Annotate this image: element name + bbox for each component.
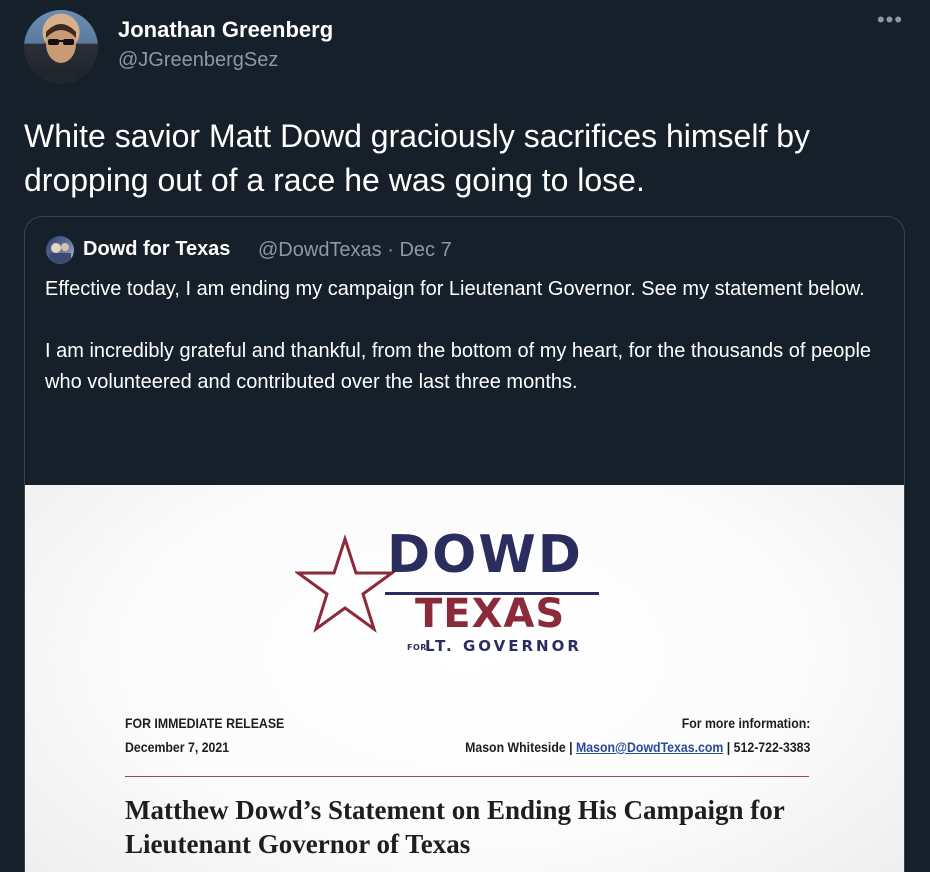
quoted-tweet[interactable]: Dowd for Texas @DowdTexas · Dec 7 Effect… [24, 216, 905, 872]
statement-title: Matthew Dowd’s Statement on Ending His C… [125, 795, 785, 859]
tweet-text: White savior Matt Dowd graciously sacrif… [24, 118, 811, 198]
release-info: FOR IMMEDIATE RELEASE December 7, 2021 [125, 711, 284, 759]
logo-texas: TEXAS [415, 591, 566, 637]
press-release-image[interactable]: DOWD TEXAS FOR LT. GOVERNOR FOR IMMEDIAT… [25, 485, 904, 872]
quoted-name[interactable]: Dowd for Texas [83, 238, 230, 261]
contact-info: For more information: Mason Whiteside | … [465, 711, 810, 759]
author-avatar[interactable] [24, 10, 98, 84]
release-date: December 7, 2021 [125, 739, 230, 755]
divider-rule [125, 776, 809, 777]
contact-name: Mason Whiteside | [464, 739, 573, 755]
quoted-avatar [46, 236, 74, 264]
logo-lt-governor: LT. GOVERNOR [425, 637, 582, 655]
contact-phone: | 512-722-3383 [726, 739, 810, 755]
dowd-texas-logo: DOWD TEXAS FOR LT. GOVERNOR [295, 525, 615, 655]
tweet: Jonathan Greenberg @JGreenbergSez ••• Wh… [0, 0, 930, 872]
release-label: FOR IMMEDIATE RELEASE [125, 715, 285, 731]
contact-email: Mason@DowdTexas.com [575, 739, 723, 755]
quoted-handle-date[interactable]: @DowdTexas · Dec 7 [258, 239, 452, 262]
info-label: For more information: [681, 715, 810, 731]
star-icon [295, 534, 395, 633]
author-handle[interactable]: @JGreenbergSez [118, 49, 278, 72]
more-horizontal-icon[interactable]: ••• [876, 9, 904, 34]
contact-line: Mason Whiteside | Mason@DowdTexas.com | … [465, 735, 810, 759]
author-name[interactable]: Jonathan Greenberg [118, 17, 333, 43]
quoted-paragraph: Effective today, I am ending my campaign… [45, 278, 865, 300]
quoted-paragraph: I am incredibly grateful and thankful, f… [45, 340, 872, 393]
quoted-text: Effective today, I am ending my campaign… [45, 274, 875, 429]
logo-dowd: DOWD [387, 525, 583, 585]
logo-for: FOR [407, 643, 427, 652]
